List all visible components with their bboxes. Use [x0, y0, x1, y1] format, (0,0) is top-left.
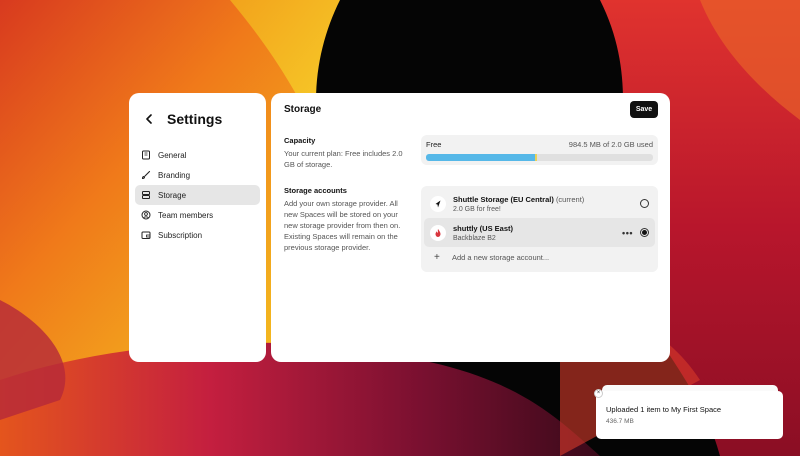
account-radio-shuttle[interactable]: [640, 199, 649, 208]
more-options-button[interactable]: •••: [622, 228, 633, 238]
usage-bar-fill: [426, 154, 538, 161]
chevron-left-icon: [146, 114, 152, 124]
plus-icon: +: [434, 251, 440, 263]
storage-accounts-label: Storage accounts: [284, 186, 347, 195]
upload-toast: × Uploaded 1 item to My First Space 436.…: [594, 389, 783, 439]
toast-title: Uploaded 1 item to My First Space: [606, 405, 722, 414]
database-icon: [140, 189, 152, 201]
nav-item-label: Subscription: [158, 230, 203, 240]
back-button[interactable]: [141, 111, 157, 127]
add-storage-account-button[interactable]: + Add a new storage account...: [424, 247, 655, 267]
nav-item-label: Storage: [158, 190, 187, 200]
settings-title: Settings: [167, 111, 223, 127]
account-radio-shuttly[interactable]: [640, 228, 649, 237]
nav-item-label: Team members: [158, 210, 214, 220]
storage-accounts-description: Add your own storage provider. All new S…: [284, 199, 401, 252]
toast-subtitle: 436.7 MB: [606, 418, 634, 425]
rocket-icon: [430, 195, 446, 212]
storage-accounts-list: Shuttle Storage (EU Central) (current) 2…: [421, 186, 658, 272]
usage-text: 984.5 MB of 2.0 GB used: [568, 140, 653, 149]
user-circle-icon: [140, 209, 152, 221]
close-icon[interactable]: ×: [594, 389, 603, 398]
nav-item-team-members[interactable]: Team members: [135, 205, 260, 225]
settings-sidebar: Settings General Branding Storage Team m…: [129, 93, 266, 362]
capacity-description: Your current plan: Free includes 2.0 GB …: [284, 149, 403, 169]
settings-nav: General Branding Storage Team members Su…: [135, 145, 260, 245]
account-row-shuttly[interactable]: shuttly (US East) Backblaze B2 •••: [424, 218, 655, 247]
nav-item-label: General: [158, 150, 187, 160]
card-icon: [140, 229, 152, 241]
capacity-label: Capacity: [284, 136, 316, 145]
account-subtitle: 2.0 GB for free!: [453, 205, 501, 213]
account-name: shuttly (US East): [453, 223, 514, 233]
storage-panel: Storage Save Capacity Your current plan:…: [271, 93, 670, 362]
plan-name: Free: [426, 140, 442, 149]
brush-icon: [140, 169, 152, 181]
current-badge: (current): [555, 194, 585, 204]
nav-item-label: Branding: [158, 170, 191, 180]
settings-header: Settings: [135, 103, 260, 135]
account-subtitle: Backblaze B2: [453, 234, 496, 242]
usage-bar: [426, 154, 653, 161]
nav-item-general[interactable]: General: [135, 145, 260, 165]
flame-icon: [430, 224, 446, 241]
nav-item-storage[interactable]: Storage: [135, 185, 260, 205]
capacity-meter: Free 984.5 MB of 2.0 GB used: [421, 135, 658, 165]
account-name: Shuttle Storage (EU Central): [453, 194, 554, 204]
page-title: Storage: [284, 104, 322, 115]
nav-item-branding[interactable]: Branding: [135, 165, 260, 185]
save-button[interactable]: Save: [630, 101, 658, 118]
add-storage-account-label: Add a new storage account...: [452, 252, 550, 262]
nav-item-subscription[interactable]: Subscription: [135, 225, 260, 245]
building-icon: [140, 149, 152, 161]
account-row-shuttle[interactable]: Shuttle Storage (EU Central) (current) 2…: [424, 189, 655, 218]
